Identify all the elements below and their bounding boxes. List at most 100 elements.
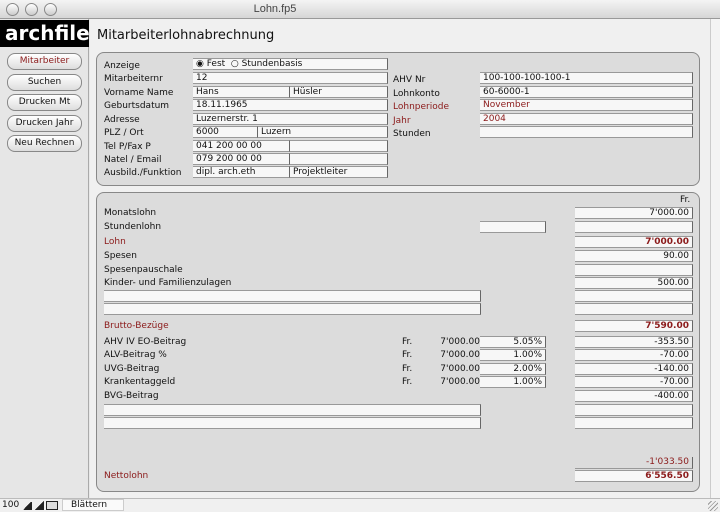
extra-line-field[interactable] (104, 417, 481, 429)
status-area-toggle-icon[interactable] (46, 501, 58, 510)
stunden-label: Stunden (393, 129, 431, 139)
anzeige-radio-group: ◉ Fest ○ Stundenbasis (193, 58, 388, 70)
amount-field[interactable]: -70.00 (575, 376, 693, 388)
amount-field[interactable]: 6'556.50 (575, 470, 693, 482)
konto-field[interactable]: 60-6000-1 (480, 86, 693, 98)
rate-field[interactable]: 1.00% (480, 376, 546, 388)
nr-label: Mitarbeiternr (104, 74, 163, 84)
amount-field[interactable] (575, 221, 693, 233)
nav-suchen-button[interactable]: Suchen (7, 74, 82, 91)
nr-field[interactable]: 12 (193, 72, 388, 84)
payroll-row-label: Kinder- und Familienzulagen (104, 278, 232, 288)
payroll-row-label: Stundenlohn (104, 222, 162, 232)
email-field[interactable] (290, 153, 388, 165)
amount-field[interactable] (575, 303, 693, 315)
payroll-row-label: Monatslohn (104, 208, 157, 218)
ausb-field[interactable]: dipl. arch.eth (193, 166, 290, 178)
amount-field[interactable]: 7'000.00 (575, 207, 693, 219)
rate-field[interactable]: 5.05% (480, 336, 546, 348)
payroll-row-label: Brutto-Bezüge (104, 321, 169, 331)
periode-field[interactable]: November (480, 99, 693, 111)
natel-field[interactable]: 079 200 00 00 (193, 153, 290, 165)
payroll-row-label: Spesen (104, 251, 137, 261)
adr-label: Adresse (104, 115, 140, 125)
status-bar: 100 Blättern (0, 498, 720, 512)
radio-stundenbasis[interactable]: ○ Stundenbasis (231, 59, 302, 69)
payroll-row-label: UVG-Beitrag (104, 364, 160, 374)
nav-drucken-jahr-button[interactable]: Drucken Jahr (7, 115, 82, 132)
ahv-label: AHV Nr (393, 75, 426, 85)
plz-field[interactable]: 6000 (193, 126, 258, 138)
zoom-in-icon[interactable] (34, 501, 44, 510)
extra-line-field[interactable] (104, 404, 481, 416)
fax-field[interactable] (290, 140, 388, 152)
radio-stundenbasis-label: Stundenbasis (241, 59, 303, 69)
plz-label: PLZ / Ort (104, 128, 144, 138)
ausb-label: Ausbild./Funktion (104, 168, 182, 178)
nav-drucken-mt-button[interactable]: Drucken Mt (7, 94, 82, 111)
payroll-row-label: ALV-Beitrag % (104, 350, 167, 360)
title-bar: Lohn.fp5 (0, 0, 720, 19)
payroll-row-label: Lohn (104, 237, 126, 247)
rate-field[interactable]: 1.00% (480, 349, 546, 361)
geb-label: Geburtsdatum (104, 101, 170, 111)
amount-field[interactable]: 7'590.00 (575, 320, 693, 332)
amount-field[interactable] (575, 264, 693, 276)
amount-field[interactable]: 90.00 (575, 250, 693, 262)
amount-field[interactable] (575, 290, 693, 302)
ort-field[interactable]: Luzern (258, 126, 388, 138)
currency-label: Fr. (402, 377, 413, 387)
scrollbar[interactable] (710, 19, 720, 498)
amount-field[interactable] (575, 417, 693, 429)
currency-header: Fr. (680, 195, 691, 205)
extra-line-field[interactable] (104, 290, 481, 302)
konto-label: Lohnkonto (393, 89, 440, 99)
tel-field[interactable]: 041 200 00 00 (193, 140, 290, 152)
amount-field[interactable]: -400.00 (575, 390, 693, 402)
amount-field[interactable]: -70.00 (575, 349, 693, 361)
nav-mitarbeiter-button[interactable]: Mitarbeiter (7, 53, 82, 70)
radio-fest[interactable]: ◉ Fest (196, 59, 225, 69)
funktion-field[interactable]: Projektleiter (290, 166, 388, 178)
base-amount: 7'000.00 (440, 350, 480, 360)
ahv-field[interactable]: 100-100-100-100-1 (480, 72, 693, 84)
name-label: Vorname Name (104, 88, 174, 98)
currency-label: Fr. (402, 350, 413, 360)
tel-label: Tel P/Fax P (104, 142, 151, 152)
name-field[interactable]: Hüsler (290, 86, 388, 98)
jahr-label: Jahr (393, 116, 411, 126)
radio-fest-label: Fest (206, 59, 226, 69)
amount-field[interactable]: -140.00 (575, 363, 693, 375)
anzeige-label: Anzeige (104, 61, 140, 71)
amount-field[interactable]: 7'000.00 (575, 236, 693, 248)
stunden-field[interactable] (480, 126, 693, 138)
adr-field[interactable]: Luzernerstr. 1 (193, 113, 388, 125)
nav-neu-rechnen-button[interactable]: Neu Rechnen (7, 135, 82, 152)
amount-field: -1'033.50 (575, 457, 693, 469)
amount-field[interactable]: 500.00 (575, 277, 693, 289)
payroll-row-label: AHV IV EO-Beitrag (104, 337, 187, 347)
base-amount: 7'000.00 (440, 337, 480, 347)
extra-line-field[interactable] (104, 303, 481, 315)
natel-label: Natel / Email (104, 155, 162, 165)
zoom-out-icon[interactable] (22, 502, 32, 510)
rate-field[interactable]: 2.00% (480, 363, 546, 375)
hours-field[interactable] (480, 221, 546, 233)
amount-field[interactable] (575, 404, 693, 416)
jahr-field[interactable]: 2004 (480, 113, 693, 125)
vorname-field[interactable]: Hans (193, 86, 290, 98)
logo: archfile (0, 20, 90, 47)
payroll-row-label: Nettolohn (104, 471, 149, 481)
payroll-row-label: BVG-Beitrag (104, 391, 159, 401)
base-amount: 7'000.00 (440, 364, 480, 374)
base-amount: 7'000.00 (440, 377, 480, 387)
resize-grip-icon[interactable] (708, 501, 718, 511)
geb-field[interactable]: 18.11.1965 (193, 99, 388, 111)
payroll-row-label: Krankentaggeld (104, 377, 176, 387)
periode-label: Lohnperiode (393, 102, 449, 112)
window-title: Lohn.fp5 (253, 3, 297, 15)
page-title: Mitarbeiterlohnabrechnung (97, 28, 275, 43)
zoom-level[interactable]: 100 (2, 500, 19, 510)
mode-selector[interactable]: Blättern (62, 499, 124, 511)
amount-field[interactable]: -353.50 (575, 336, 693, 348)
